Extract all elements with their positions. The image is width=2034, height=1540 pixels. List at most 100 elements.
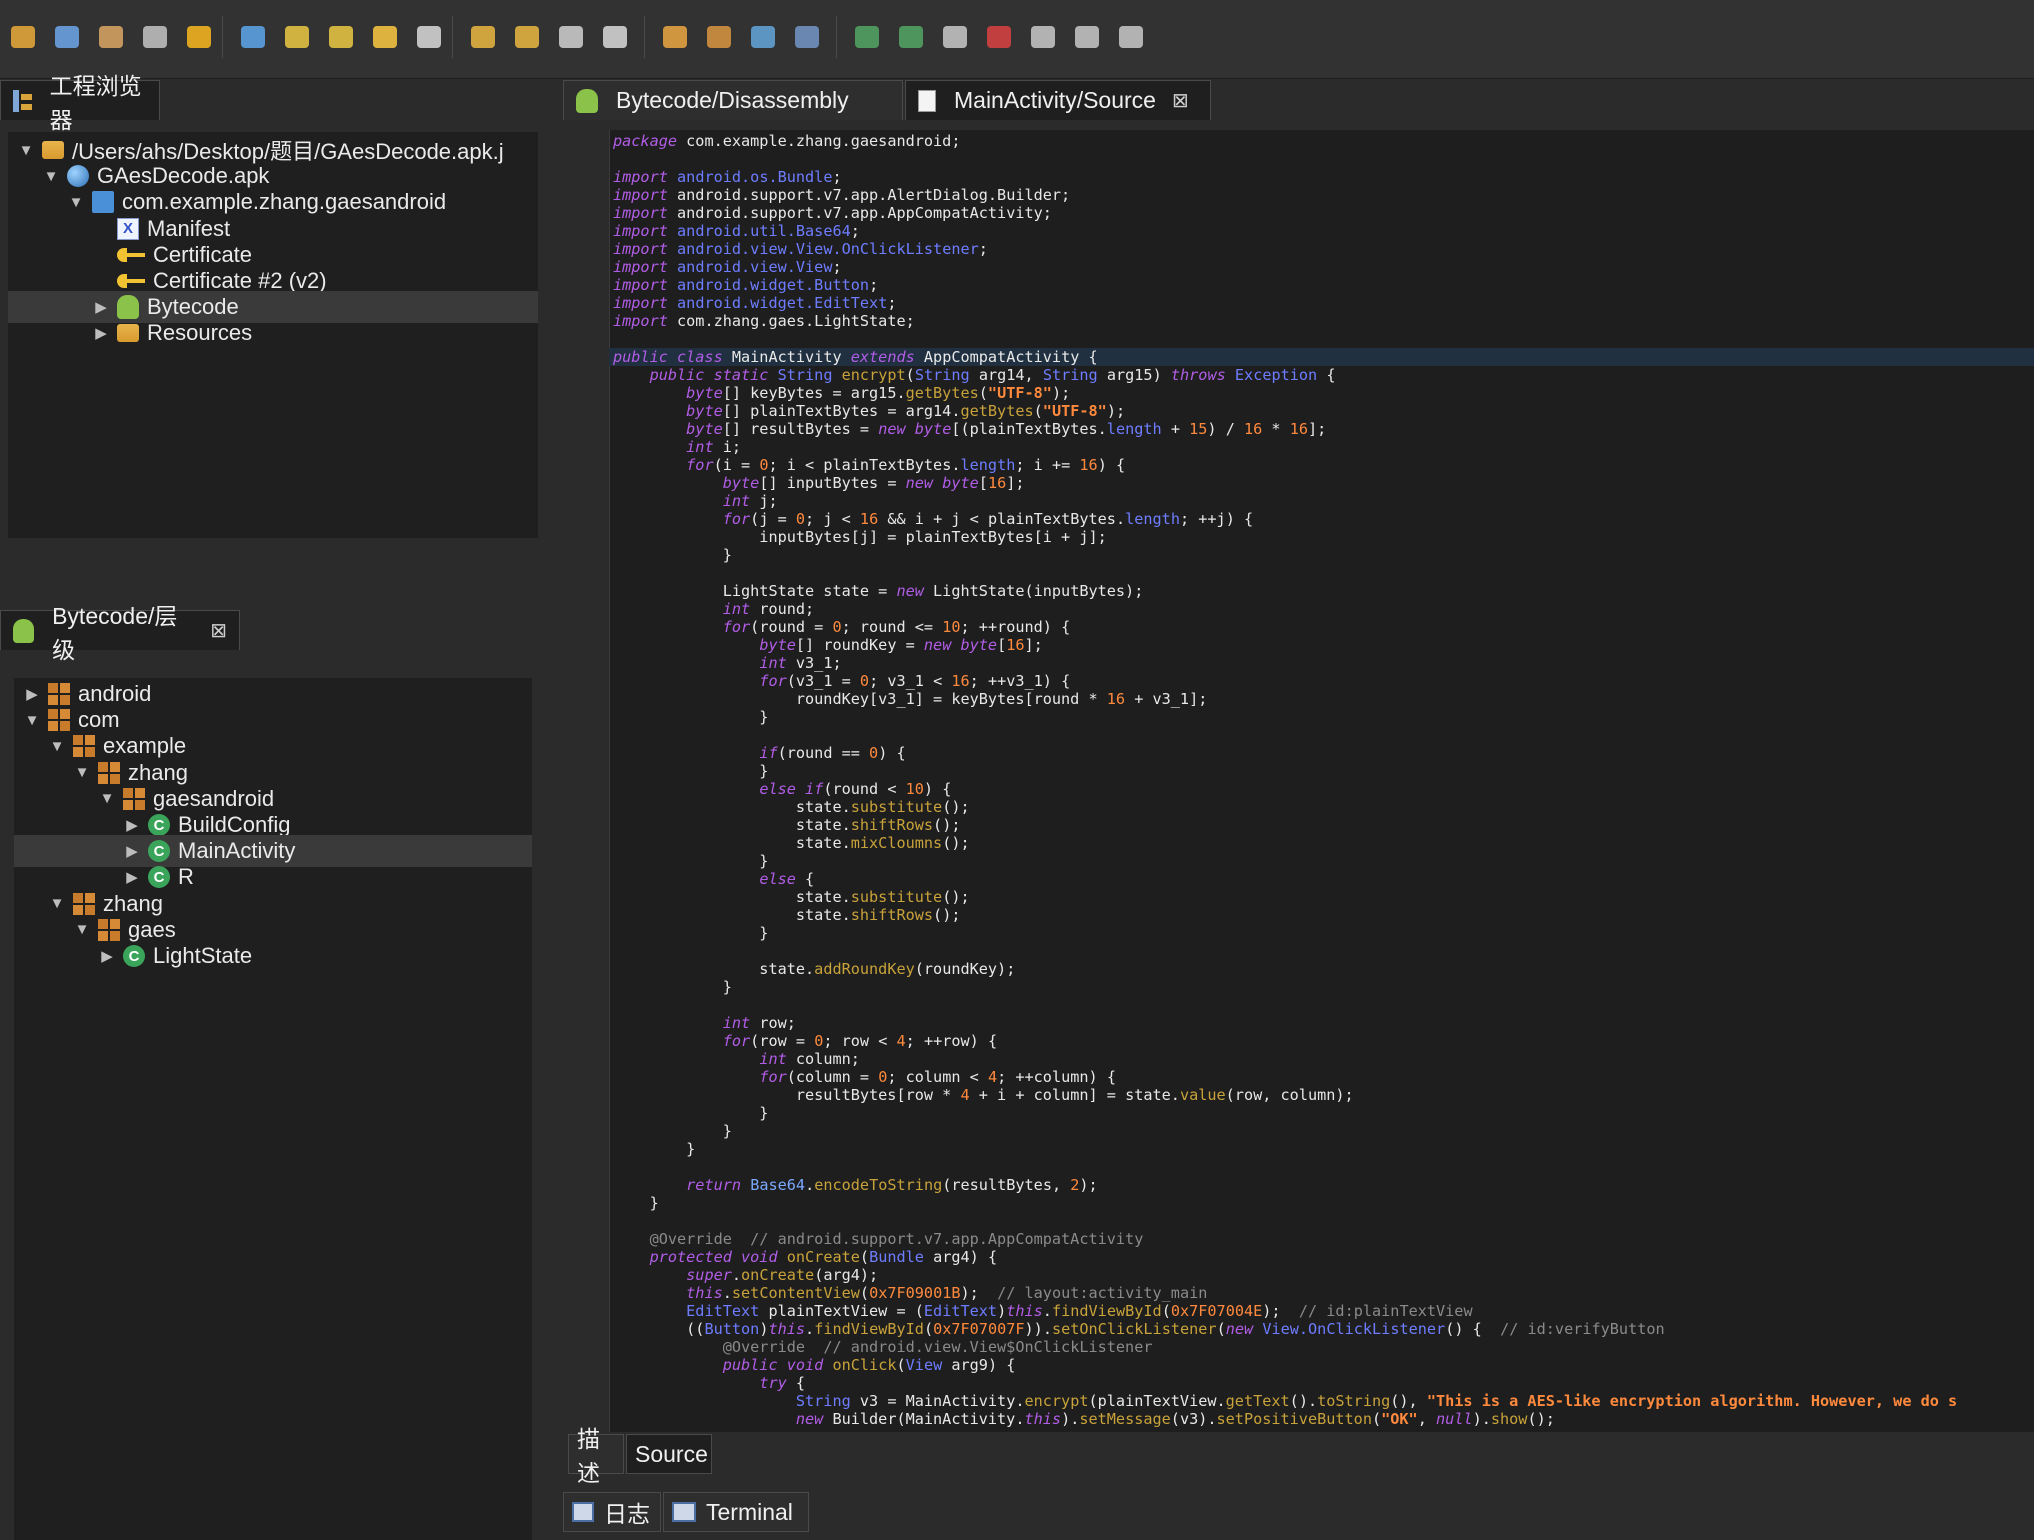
source-code-text[interactable]: package com.example.zhang.gaesandroid; i… xyxy=(613,132,1957,1428)
chevron-right-icon[interactable]: ▶ xyxy=(91,298,111,316)
chevron-down-icon[interactable]: ▼ xyxy=(16,142,36,159)
pen-icon[interactable] xyxy=(554,20,588,54)
step-into-icon-glyph xyxy=(1075,26,1099,48)
tab-bytecode-hierarchy[interactable]: Bytecode/层级 ⊠ xyxy=(0,603,240,663)
globe-icon xyxy=(67,165,89,188)
step-over-icon-glyph xyxy=(1031,26,1055,48)
chevron-down-icon[interactable]: ▼ xyxy=(66,194,86,211)
gears-icon[interactable] xyxy=(466,20,500,54)
tree-item-label: GAesDecode.apk xyxy=(97,163,270,189)
chevron-down-icon[interactable]: ▼ xyxy=(47,738,67,755)
tree-item-label: Certificate xyxy=(153,241,253,267)
chevron-right-icon[interactable]: ▶ xyxy=(122,842,142,860)
class-icon: C xyxy=(148,814,170,836)
import-icon-glyph xyxy=(329,26,353,48)
tab-project-explorer[interactable]: 工程浏览器 xyxy=(0,73,160,133)
chevron-right-icon[interactable]: ▶ xyxy=(122,868,142,886)
nodes-icon[interactable] xyxy=(746,20,780,54)
tab-label: Source xyxy=(635,1440,708,1467)
tree-item-label: Resources xyxy=(147,320,253,346)
import-icon[interactable] xyxy=(324,20,358,54)
tab-label: 工程浏览器 xyxy=(49,72,142,133)
chevron-down-icon[interactable]: ▼ xyxy=(22,712,42,729)
play-icon[interactable] xyxy=(894,20,928,54)
tab-mainactivity-source[interactable]: MainActivity/Source ⊠ xyxy=(905,80,1211,120)
tab-label: Bytecode/层级 xyxy=(52,602,178,663)
tab-label: Terminal xyxy=(706,1498,793,1525)
chevron-right-icon[interactable]: ▶ xyxy=(22,685,42,703)
key-icon xyxy=(117,274,145,288)
class-icon: C xyxy=(148,866,170,889)
nodes-icon-glyph xyxy=(751,26,775,48)
folder-icon xyxy=(117,324,139,343)
pause-icon-glyph xyxy=(943,26,967,48)
globe-icon[interactable] xyxy=(236,20,270,54)
tree-item-label: android xyxy=(78,681,152,706)
tab-description[interactable]: 描述 xyxy=(568,1426,624,1486)
chevron-right-icon[interactable]: ▶ xyxy=(122,816,142,834)
tree-icon[interactable] xyxy=(790,20,824,54)
folder-open-icon xyxy=(42,141,64,159)
editor-tabbar: Bytecode/Disassembly MainActivity/Source… xyxy=(563,80,2034,124)
chevron-down-icon[interactable]: ▼ xyxy=(72,764,92,781)
save-icon[interactable] xyxy=(50,20,84,54)
forward-icon[interactable] xyxy=(412,20,446,54)
close-icon[interactable]: ⊠ xyxy=(210,618,227,643)
log-icon xyxy=(572,1502,594,1522)
android-icon xyxy=(576,88,598,113)
stop-icon[interactable] xyxy=(982,20,1016,54)
tab-terminal[interactable]: Terminal xyxy=(663,1492,809,1532)
forward-icon-glyph xyxy=(417,26,441,48)
wrench-icon-glyph xyxy=(99,26,123,48)
project-explorer-panel: 工程浏览器 ▼/Users/ahs/Desktop/题目/GAesDecode.… xyxy=(0,73,556,666)
grid2-icon-glyph xyxy=(707,26,731,48)
tree-item[interactable]: ▶ Resources xyxy=(8,317,538,349)
xml-icon: X xyxy=(117,217,139,240)
class-icon: C xyxy=(123,945,145,967)
back-icon[interactable] xyxy=(368,20,402,54)
tab-bytecode-disassembly[interactable]: Bytecode/Disassembly xyxy=(563,80,903,120)
minimize-icon-glyph xyxy=(143,26,167,48)
step-into-icon[interactable] xyxy=(1070,20,1104,54)
project-tree: ▼/Users/ahs/Desktop/题目/GAesDecode.apk.j ▼… xyxy=(8,132,538,538)
chevron-down-icon[interactable]: ▼ xyxy=(97,790,117,807)
chevron-right-icon[interactable]: ▶ xyxy=(97,947,117,965)
back-icon-glyph xyxy=(373,26,397,48)
minimize-icon[interactable] xyxy=(138,20,172,54)
chevron-down-icon[interactable]: ▼ xyxy=(47,895,67,912)
export-icon-glyph xyxy=(603,26,627,48)
stop-icon-glyph xyxy=(987,26,1011,48)
tab-label: MainActivity/Source xyxy=(954,87,1156,113)
comment-icon[interactable] xyxy=(510,20,544,54)
debug-icon-glyph xyxy=(855,26,879,48)
export-icon[interactable] xyxy=(598,20,632,54)
key-icon xyxy=(117,247,145,262)
warning-icon[interactable] xyxy=(182,20,216,54)
grid2-icon[interactable] xyxy=(702,20,736,54)
tree-item-label: LightState xyxy=(153,943,253,968)
chevron-right-icon[interactable]: ▶ xyxy=(91,324,111,342)
main-toolbar xyxy=(0,0,2034,79)
java-file-icon xyxy=(918,89,936,112)
close-icon[interactable]: ⊠ xyxy=(1172,88,1189,113)
debug-icon[interactable] xyxy=(850,20,884,54)
source-code-editor[interactable]: package com.example.zhang.gaesandroid; i… xyxy=(575,130,2034,1432)
tab-label: 描述 xyxy=(577,1426,600,1486)
step-out-icon[interactable] xyxy=(1114,20,1148,54)
chevron-down-icon[interactable]: ▼ xyxy=(72,921,92,938)
open-icon[interactable] xyxy=(6,20,40,54)
tab-label: Bytecode/Disassembly xyxy=(616,87,849,113)
grid-icon[interactable] xyxy=(658,20,692,54)
step-over-icon[interactable] xyxy=(1026,20,1060,54)
globe-icon-glyph xyxy=(241,26,265,48)
tab-log[interactable]: 日志 xyxy=(563,1492,661,1532)
warning-icon-glyph xyxy=(187,26,211,48)
wrench-icon[interactable] xyxy=(94,20,128,54)
tab-source[interactable]: Source xyxy=(626,1434,712,1474)
pause-icon[interactable] xyxy=(938,20,972,54)
chevron-down-icon[interactable]: ▼ xyxy=(41,168,61,185)
tree-item[interactable]: ▶ C LightState xyxy=(14,940,532,972)
editor-gutter xyxy=(575,130,610,1432)
jump-icon[interactable] xyxy=(280,20,314,54)
hierarchy-panel: Bytecode/层级 ⊠ ▶ android ▼ com ▼ example ▼ zhang… xyxy=(0,603,556,1540)
